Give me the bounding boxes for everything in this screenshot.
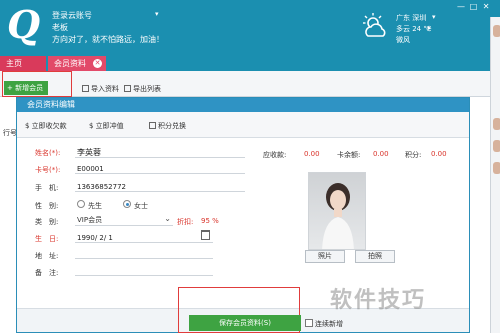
card-number-label: 卡号(*): [35, 166, 61, 174]
main-toolbar: + 新增会员 导入资料 导出列表 [0, 71, 490, 97]
avatar[interactable] [493, 162, 500, 174]
dialog-title: 会员资料编辑 [17, 98, 469, 112]
points-exchange-button[interactable]: 积分兑换 [149, 121, 186, 131]
export-list-button[interactable]: 导出列表 [124, 84, 161, 94]
maximize-icon[interactable]: □ [469, 2, 479, 14]
minimize-icon[interactable]: — [456, 2, 466, 14]
slogan-text: 方向对了，就不怕路远，加油！ [52, 35, 164, 44]
photo-button[interactable]: 照片 [305, 250, 345, 263]
continue-add-label[interactable]: 连续新增 [315, 319, 343, 329]
birthday-label: 生 日: [35, 235, 59, 243]
points-exchange-label: 积分兑换 [158, 122, 186, 130]
chevron-down-icon: ⌄ [164, 214, 171, 223]
points-label: 积分: [405, 151, 422, 159]
member-type-label: 类 别: [35, 218, 59, 226]
receivable-label: 应收款: [263, 151, 287, 159]
weather-temperature: 多云 24 ℃ [396, 25, 432, 33]
account-dropdown-icon[interactable]: ▾ [155, 10, 159, 18]
window-controls: — □ ✕ [456, 2, 500, 16]
login-cloud-account-link[interactable]: 登录云账号 [52, 10, 92, 21]
city-dropdown-icon[interactable]: ▾ [432, 13, 436, 21]
recharge-button[interactable]: $ 立即冲值 [89, 121, 124, 131]
name-value: 李英蓉 [77, 148, 101, 157]
points-value: 0.00 [431, 150, 447, 158]
card-balance-label: 卡余额: [337, 151, 361, 159]
discount-label: 折扣: [177, 218, 194, 226]
gender-female-radio[interactable] [123, 200, 131, 208]
note-label: 备 注: [35, 269, 59, 277]
cloud-sun-icon [363, 13, 386, 37]
tab-close-icon[interactable]: ✕ [93, 59, 102, 68]
export-icon [124, 85, 131, 92]
address-label: 地 址: [35, 252, 59, 260]
member-type-value: VIP会员 [77, 216, 103, 224]
import-label: 导入资料 [91, 85, 119, 93]
note-field[interactable] [75, 263, 213, 276]
right-sidebar[interactable] [490, 17, 500, 333]
card-number-value: E00001 [77, 165, 104, 173]
receivable-value: 0.00 [304, 150, 320, 158]
address-field[interactable] [75, 246, 213, 259]
calendar-icon[interactable] [201, 230, 210, 240]
weather-city[interactable]: 广东 深圳 [396, 13, 426, 23]
gender-male-label[interactable]: 先生 [88, 201, 102, 211]
tab-member-info[interactable]: 会员资料 ✕ [48, 56, 106, 71]
tab-home-label: 主页 [6, 59, 22, 68]
discount-value: 95 % [201, 217, 219, 225]
collect-debt-button[interactable]: $ 立即收欠款 [25, 121, 67, 131]
import-data-button[interactable]: 导入资料 [82, 84, 119, 94]
avatar[interactable] [493, 140, 500, 152]
phone-value: 13636852772 [77, 183, 126, 191]
close-icon[interactable]: ✕ [481, 2, 491, 14]
continue-add-checkbox[interactable] [305, 319, 313, 327]
avatar[interactable] [493, 118, 500, 130]
avatar[interactable] [493, 25, 500, 37]
gender-label: 性 别: [35, 202, 59, 210]
user-role: 老板 [52, 23, 68, 32]
member-portrait-image [322, 183, 354, 249]
take-photo-button[interactable]: 拍照 [355, 250, 395, 263]
weather-wind: 微风 [396, 36, 410, 44]
member-type-select[interactable]: VIP会员 ⌄ [75, 213, 173, 226]
save-member-button[interactable]: 保存会员资料(S) [189, 315, 301, 331]
watermark-text: 软件技巧 [330, 288, 427, 313]
member-photo [308, 172, 366, 250]
gender-male-radio[interactable] [77, 200, 85, 208]
app-header: Q 登录云账号 ▾ 老板 方向对了，就不怕路远，加油！ 广东 深圳 ▾ 多云 2… [0, 0, 500, 55]
app-logo: Q [7, 2, 41, 47]
tab-strip: 主页 会员资料 ✕ [0, 55, 500, 71]
import-icon [82, 85, 89, 92]
phone-label: 手 机: [35, 184, 59, 192]
tab-member-label: 会员资料 [54, 59, 86, 68]
export-label: 导出列表 [133, 85, 161, 93]
dialog-toolbar: $ 立即收欠款 $ 立即冲值 积分兑换 [17, 112, 469, 138]
birthday-value: 1990/ 2/ 1 [77, 234, 113, 242]
points-icon [149, 122, 156, 129]
tab-home[interactable]: 主页 [0, 56, 46, 71]
add-member-button[interactable]: + 新增会员 [4, 81, 48, 95]
name-label: 姓名(*): [35, 149, 61, 157]
card-balance-value: 0.00 [373, 150, 389, 158]
weather-next-icon[interactable]: ▸ [428, 24, 432, 32]
gender-female-label[interactable]: 女士 [134, 201, 148, 211]
